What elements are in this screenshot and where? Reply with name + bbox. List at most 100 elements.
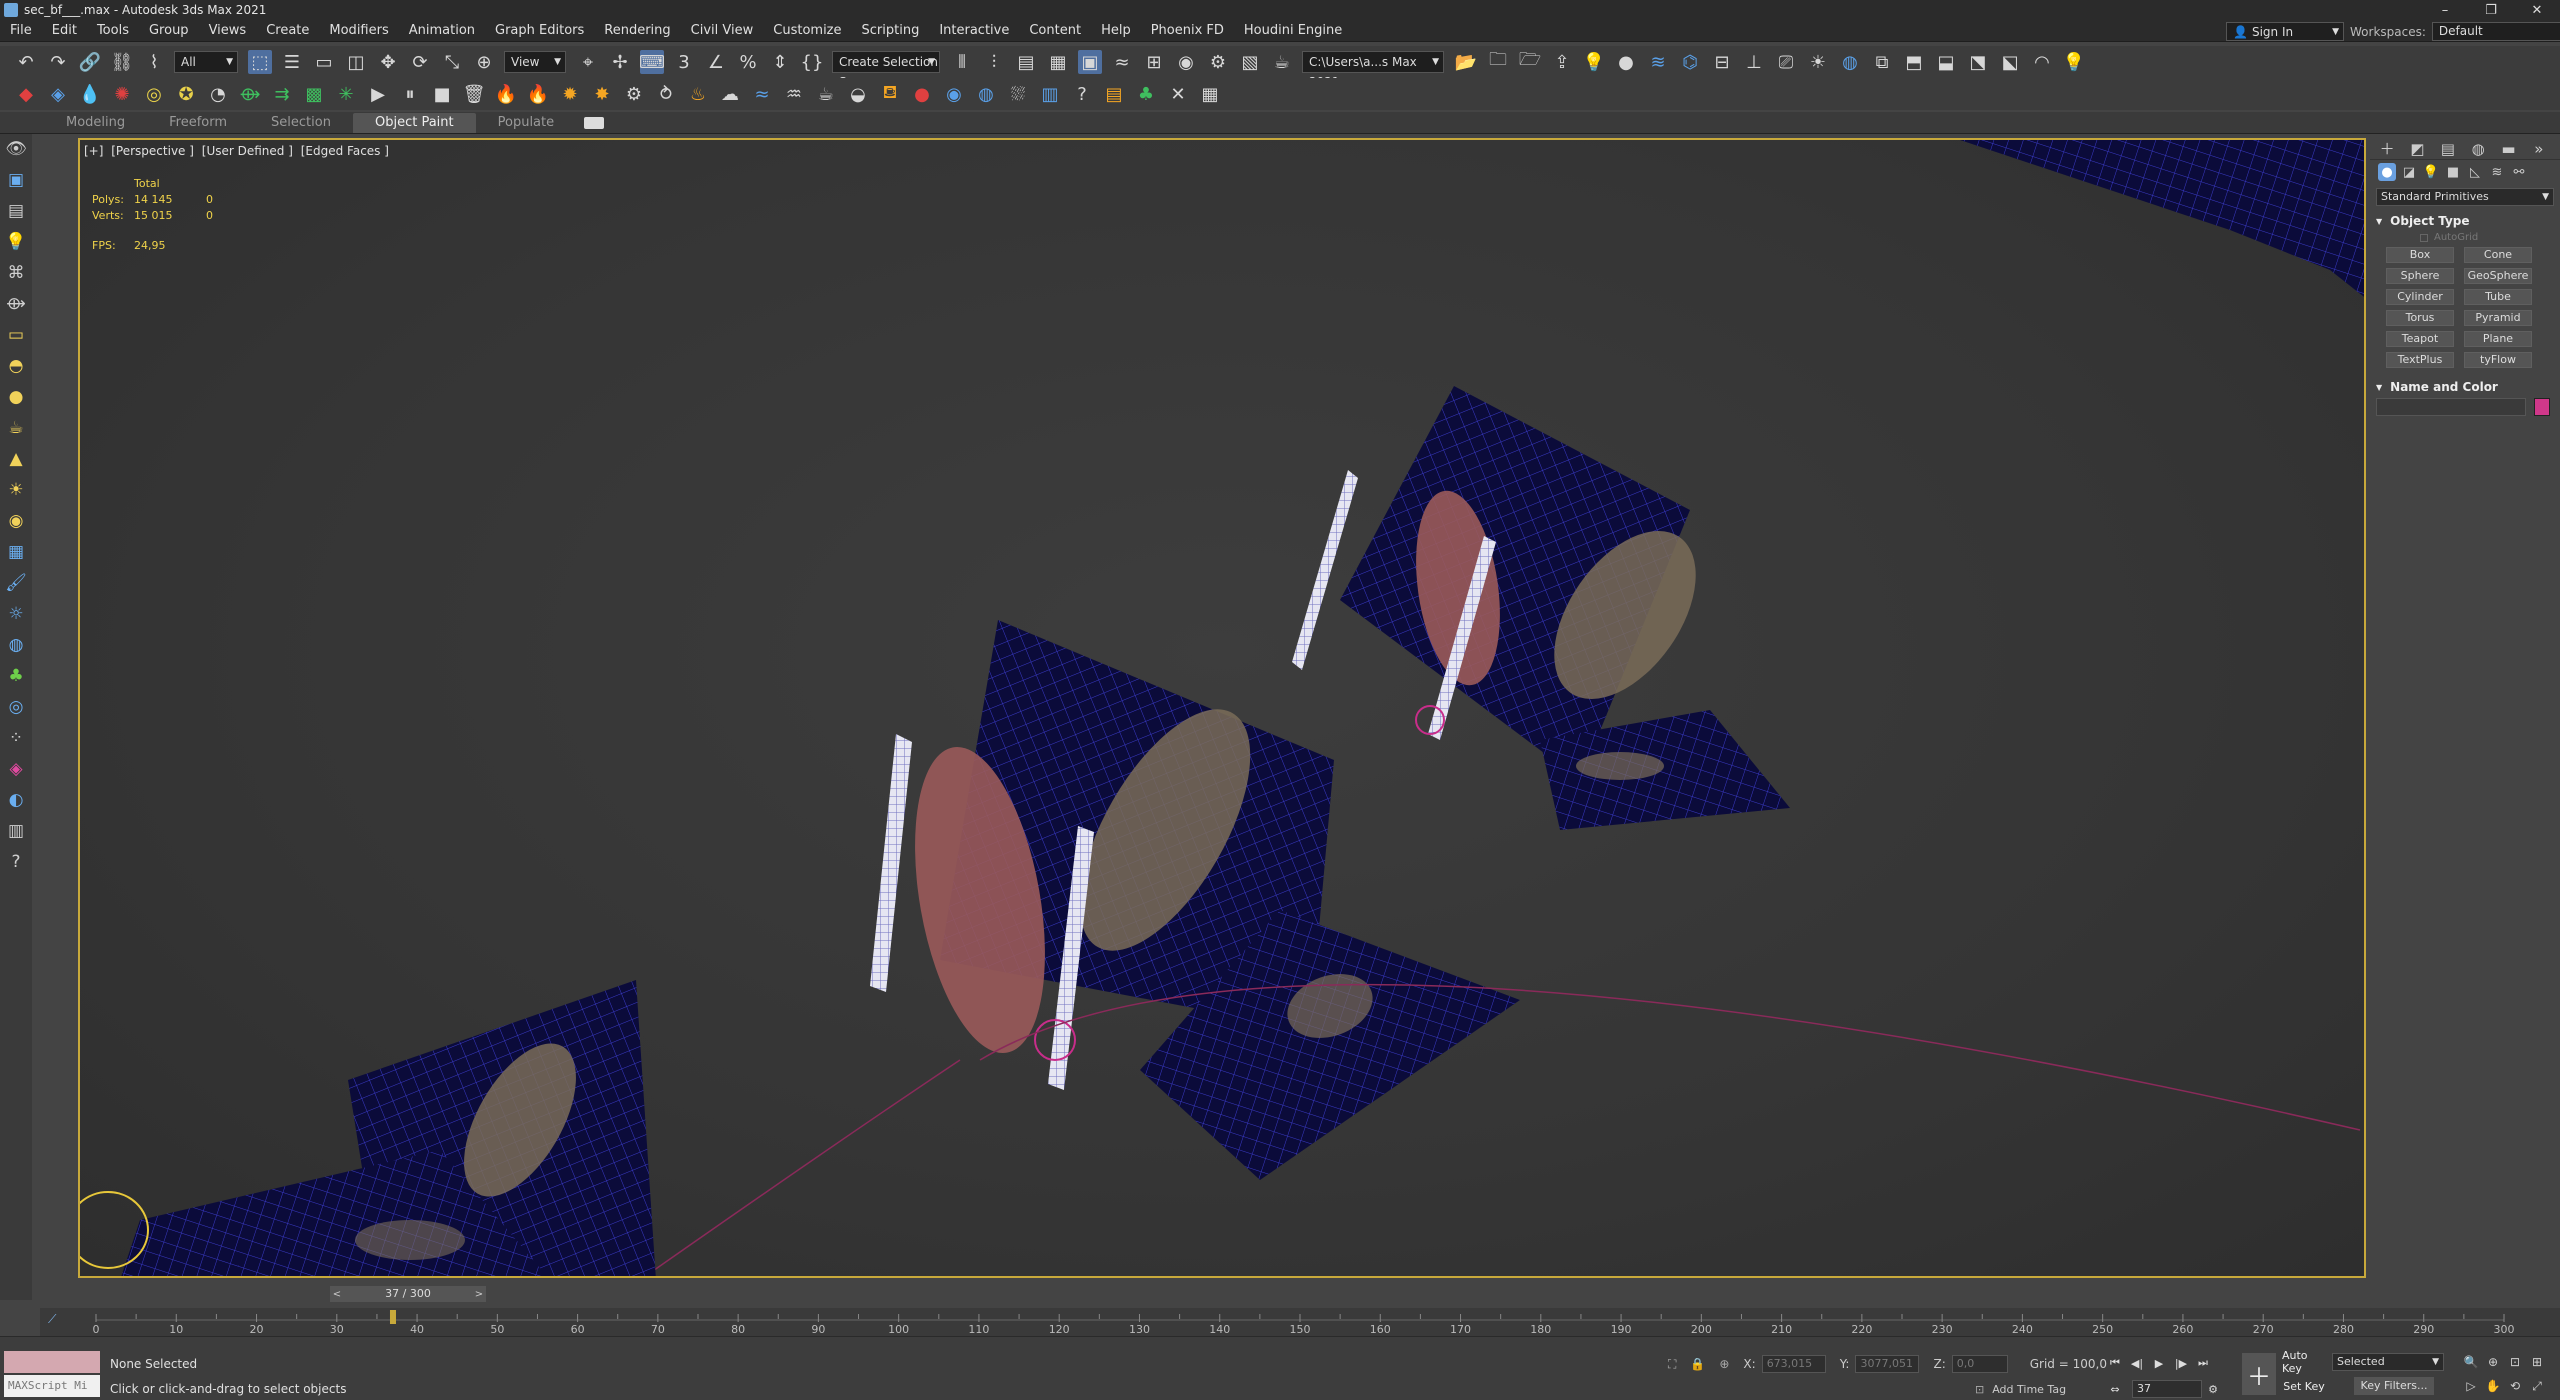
viewport-plus-menu[interactable]: [+] [84,144,103,158]
place-icon[interactable]: ⊕ [472,50,496,74]
tools-icon[interactable]: ▥ [3,818,29,844]
scale-icon[interactable]: ⤡ [440,50,464,74]
plane-button[interactable]: Plane [2464,331,2532,347]
menu-group[interactable]: Group [139,20,199,42]
next-frame-icon[interactable]: > [472,1286,486,1302]
prev-key-icon[interactable]: ◀| [2126,1353,2148,1373]
field-of-view-icon[interactable]: ▷ [2460,1377,2482,1395]
layer-explorer-icon[interactable]: ▦ [1046,50,1070,74]
maxscript-output[interactable] [4,1351,100,1373]
bowl-icon[interactable]: ◒ [846,82,870,106]
track-bar[interactable]: ⟋ 0 10 20 30 40 50 60 70 80 90 100 110 120 130 140 150 1… [40,1308,2560,1336]
folder-up-icon[interactable]: ⇪ [1550,50,1574,74]
maxscript-listener[interactable]: MAXScript Mi [4,1351,100,1397]
orbit-icon[interactable]: ⟲ [2504,1377,2526,1395]
menu-help[interactable]: Help [1091,20,1141,42]
prev-frame-icon[interactable]: < [330,1286,344,1302]
sign-in-dropdown[interactable]: 👤 Sign In ▼ [2226,22,2344,41]
geosphere-button[interactable]: GeoSphere [2464,268,2532,284]
region-render-icon[interactable]: ⬒ [1902,50,1926,74]
maxscript-input[interactable]: MAXScript Mi [4,1375,100,1397]
mirror-icon[interactable]: ⫴ [950,50,974,74]
geometry-red-icon[interactable]: ◆ [14,82,38,106]
stop-icon[interactable]: ■ [430,82,454,106]
teapot-button[interactable]: Teapot [2386,331,2454,347]
menu-civil-view[interactable]: Civil View [681,20,764,42]
systems-icon[interactable]: ⚯ [2510,163,2528,181]
grid-green-icon[interactable]: ▩ [302,82,326,106]
menu-animation[interactable]: Animation [399,20,485,42]
keyboard-shortcut-override-icon[interactable]: ⌨ [639,50,665,74]
wave-icon[interactable]: ⛆ [1006,82,1030,106]
pivot-center-icon[interactable]: ⌖ [576,50,600,74]
pause-icon[interactable]: ⏸ [398,82,422,106]
red-ball-icon[interactable]: ● [910,82,934,106]
fd-icon[interactable]: ▤ [1102,82,1126,106]
maximize-viewport-icon[interactable]: ⤢ [2526,1377,2548,1395]
unlink-icon[interactable]: ⛓ [110,50,134,74]
open-folder-icon[interactable]: 📂 [1454,50,1478,74]
x-field[interactable]: 673,015 [1761,1355,1826,1373]
ocean-icon[interactable]: ◍ [974,82,998,106]
key-mode-dropdown[interactable]: Selected ▼ [2332,1353,2444,1371]
viewport-shading-menu[interactable]: [User Defined ] [202,144,293,158]
move-arrow-icon[interactable]: ⇉ [270,82,294,106]
grid-pattern-icon[interactable]: ▦ [3,539,29,565]
align-icon[interactable]: ⫶ [982,50,1006,74]
particles-icon[interactable]: ✳ [334,82,358,106]
cylinder-button[interactable]: Cylinder [2386,289,2454,305]
project-folder-dropdown[interactable]: C:\Users\a...s Max 2021 ▼ [1302,51,1444,89]
pan-icon[interactable]: ✋ [2482,1377,2504,1395]
selection-filter-dropdown[interactable]: All ▼ [174,51,238,73]
measure-icon[interactable]: ⊥ [1742,50,1766,74]
box-blue-icon[interactable]: ◈ [46,82,70,106]
redo-icon[interactable]: ↷ [46,50,70,74]
render-vfb-icon[interactable]: ◍ [1838,50,1862,74]
time-config-icon[interactable]: ⚙ [2202,1379,2224,1399]
menu-content[interactable]: Content [1019,20,1091,42]
perspective-viewport[interactable]: [+] [Perspective ] [User Defined ] [Edge… [78,138,2366,1278]
next-key-icon[interactable]: |▶ [2170,1353,2192,1373]
rotate-icon[interactable]: ⟳ [408,50,432,74]
select-manipulate-icon[interactable]: ✢ [608,50,632,74]
arrows-icon[interactable]: ⟴ [238,82,262,106]
fire-burst-icon[interactable]: ✸ [590,82,614,106]
tab-populate[interactable]: Populate [476,113,577,133]
box-button[interactable]: Box [2386,247,2454,263]
minimize-icon[interactable]: – [2422,0,2468,20]
geometry-icon[interactable]: ● [2378,163,2396,181]
box-primitive-icon[interactable]: ▭ [3,322,29,348]
key-filters-button[interactable]: Key Filters... [2354,1377,2434,1395]
tab-object-paint[interactable]: Object Paint [352,112,476,133]
goto-start-icon[interactable]: ⏮ [2104,1353,2126,1373]
bind-space-warp-icon[interactable]: ⌇ [142,50,166,74]
material-editor-icon[interactable]: ◉ [1174,50,1198,74]
texture-icon[interactable]: ◈ [3,756,29,782]
cameras-icon[interactable]: ■ [2444,163,2462,181]
rendered-frame-window-icon[interactable]: ▧ [1238,50,1262,74]
move-icon[interactable]: ✥ [376,50,400,74]
modify-tab-icon[interactable]: ◩ [2408,139,2426,159]
modify-panel-icon[interactable]: ▤ [3,198,29,224]
teapot-icon[interactable]: ☕ [3,415,29,441]
zoom-icon[interactable]: 🔍 [2460,1353,2482,1371]
name-and-color-rollout[interactable]: ▼ Name and Color [2376,380,2554,394]
cone-icon[interactable]: ▲ [3,446,29,472]
menu-rendering[interactable]: Rendering [594,20,680,42]
current-frame-marker[interactable] [389,1310,396,1324]
menu-phoenix-fd[interactable]: Phoenix FD [1141,20,1234,42]
set-key-button[interactable]: Set Key [2282,1377,2326,1395]
play-icon[interactable]: ▶ [2148,1353,2170,1373]
fire-cascade-icon[interactable]: ✹ [558,82,582,106]
reference-coordinate-dropdown[interactable]: View ▼ [504,51,566,73]
time-slider-value[interactable]: 37 / 300 [344,1286,472,1302]
hierarchy-tab-icon[interactable]: ▤ [2439,139,2457,159]
trash-icon[interactable]: 🗑 [462,82,486,106]
smoke-icon[interactable]: ☁ [718,82,742,106]
key-mode-icon[interactable]: ⇔ [2104,1379,2126,1399]
help-icon[interactable]: ? [3,849,29,875]
absolute-mode-icon[interactable]: ⊕ [1719,1357,1729,1371]
close-icon[interactable]: ✕ [2514,0,2560,20]
snaps-toggle-icon[interactable]: 3 [672,50,696,74]
object-color-swatch[interactable] [2534,398,2550,416]
